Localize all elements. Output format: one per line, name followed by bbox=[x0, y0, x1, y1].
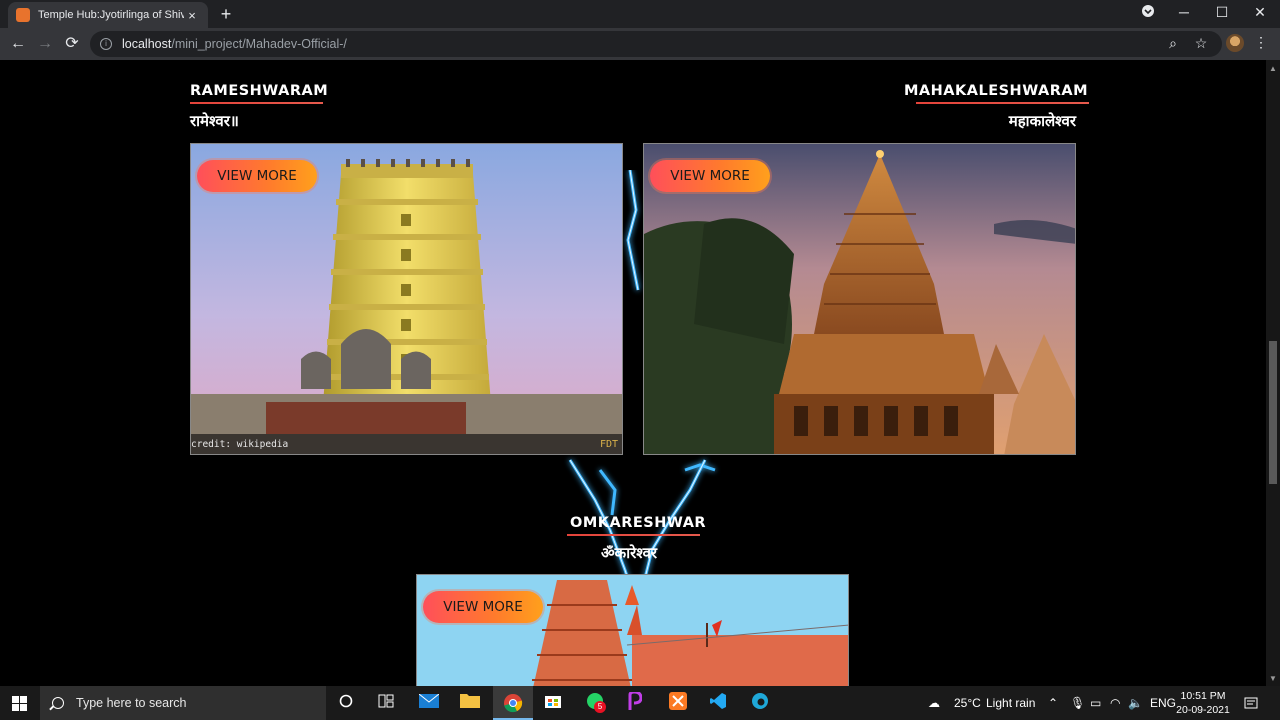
omkareshwar-heading: OMKARESHWAR ॐकारेश्वर bbox=[567, 512, 706, 563]
wifi-icon[interactable]: ◠ bbox=[1110, 686, 1120, 720]
taskbar-search-box[interactable]: Type here to search bbox=[40, 686, 326, 720]
omkareshwar-card[interactable]: VIEW MORE bbox=[416, 574, 849, 686]
active-tab[interactable]: Temple Hub:Jyotirlinga of Shiva × bbox=[8, 2, 208, 28]
mail-icon[interactable] bbox=[417, 692, 441, 714]
url-host: localhost bbox=[122, 37, 172, 51]
chrome-taskbar-button[interactable] bbox=[493, 686, 533, 720]
browser-menu-icon[interactable]: ⋮ bbox=[1254, 34, 1268, 51]
tab-strip: Temple Hub:Jyotirlinga of Shiva × + ─ ☐ … bbox=[0, 0, 1280, 28]
scroll-up-arrow-icon[interactable]: ▲ bbox=[1269, 64, 1277, 73]
clock-date: 20-09-2021 bbox=[1176, 704, 1230, 716]
xampp-favicon-icon bbox=[16, 8, 30, 22]
whatsapp-icon[interactable]: 5 bbox=[583, 692, 607, 714]
cortana-icon[interactable] bbox=[334, 692, 358, 714]
tab-close-icon[interactable]: × bbox=[184, 8, 200, 23]
scroll-down-arrow-icon[interactable]: ▼ bbox=[1269, 674, 1277, 683]
task-view-icon[interactable] bbox=[374, 692, 398, 714]
vscode-icon[interactable] bbox=[706, 692, 730, 714]
image-credit: credit: wikipedia bbox=[191, 439, 289, 450]
mahakaleshwaram-title: MAHAKALESHWARAM bbox=[904, 83, 1089, 99]
volume-icon[interactable]: 🔈 bbox=[1128, 686, 1143, 720]
microphone-icon[interactable]: 🎙 bbox=[1070, 686, 1085, 720]
view-more-button[interactable]: VIEW MORE bbox=[650, 160, 770, 192]
rameshwaram-heading: RAMESHWARAM रामेश्वर॥ bbox=[190, 80, 328, 131]
mahakaleshwaram-hindi-title: महाकालेश्वर bbox=[1008, 112, 1076, 130]
windows-taskbar: Type here to search 5 ☁ 25°C Light rain … bbox=[0, 686, 1280, 720]
image-watermark: FDT bbox=[599, 439, 618, 450]
site-info-icon[interactable]: i bbox=[100, 38, 112, 50]
view-more-button[interactable]: VIEW MORE bbox=[197, 160, 317, 192]
show-hidden-icons-chevron-icon[interactable]: ⌃ bbox=[1048, 686, 1058, 720]
browser-toolbar: ← → ⟳ i localhost/mini_project/Mahadev-O… bbox=[0, 28, 1280, 60]
rameshwaram-card[interactable]: VIEW MORE credit: wikipedia FDT bbox=[190, 143, 623, 455]
forward-button[interactable]: → bbox=[35, 34, 55, 54]
bookmark-star-icon[interactable]: ☆ bbox=[1192, 35, 1210, 52]
search-placeholder: Type here to search bbox=[76, 696, 187, 710]
tab-title: Temple Hub:Jyotirlinga of Shiva bbox=[38, 9, 184, 21]
page-scrollbar[interactable]: ▲ ▼ bbox=[1266, 60, 1280, 686]
minimize-button[interactable]: ─ bbox=[1172, 4, 1196, 20]
tab-search-icon[interactable] bbox=[1136, 4, 1160, 21]
mahakaleshwaram-heading: MAHAKALESHWARAM महाकालेश्वर bbox=[904, 80, 1089, 131]
edge-icon[interactable] bbox=[748, 692, 772, 714]
file-explorer-icon[interactable] bbox=[458, 692, 482, 714]
clock-time: 10:51 PM bbox=[1180, 690, 1226, 702]
omkareshwar-title: OMKARESHWAR bbox=[570, 515, 707, 531]
scrollbar-thumb[interactable] bbox=[1269, 341, 1277, 484]
maximize-button[interactable]: ☐ bbox=[1210, 4, 1234, 21]
xampp-icon[interactable] bbox=[666, 692, 690, 714]
picsart-icon[interactable] bbox=[623, 690, 647, 714]
address-bar[interactable]: i localhost/mini_project/Mahadev-Officia… bbox=[90, 31, 1222, 57]
battery-icon[interactable]: ▭ bbox=[1090, 686, 1101, 720]
heading-underline bbox=[190, 102, 323, 104]
rameshwaram-title: RAMESHWARAM bbox=[190, 83, 329, 99]
system-clock[interactable]: 10:51 PM 20-09-2021 bbox=[1172, 689, 1234, 717]
weather-condition[interactable]: Light rain bbox=[986, 686, 1035, 720]
view-more-button[interactable]: VIEW MORE bbox=[423, 591, 543, 623]
whatsapp-badge: 5 bbox=[594, 701, 606, 713]
start-button[interactable] bbox=[12, 696, 27, 711]
omkareshwar-hindi-title: ॐकारेश्वर bbox=[601, 544, 658, 562]
chrome-icon bbox=[504, 694, 523, 713]
close-window-button[interactable]: ✕ bbox=[1248, 4, 1272, 21]
profile-avatar[interactable] bbox=[1226, 34, 1244, 52]
heading-underline bbox=[567, 534, 700, 536]
weather-icon[interactable]: ☁ bbox=[928, 686, 940, 720]
page-viewport: RAMESHWARAM रामेश्वर॥ VIEW MORE credit: … bbox=[0, 60, 1266, 686]
new-tab-button[interactable]: + bbox=[216, 4, 236, 24]
search-icon bbox=[52, 697, 64, 709]
back-button[interactable]: ← bbox=[8, 34, 28, 54]
weather-temperature[interactable]: 25°C bbox=[954, 686, 981, 720]
notification-center-icon[interactable] bbox=[1244, 686, 1258, 720]
reload-button[interactable]: ⟳ bbox=[62, 34, 82, 54]
store-icon[interactable] bbox=[541, 692, 565, 714]
mahakaleshwaram-card[interactable]: VIEW MORE bbox=[643, 143, 1076, 455]
rameshwaram-hindi-title: रामेश्वर॥ bbox=[190, 112, 239, 130]
zoom-icon[interactable]: ⌕ bbox=[1164, 35, 1182, 52]
heading-underline bbox=[916, 102, 1089, 104]
url-path: /mini_project/Mahadev-Official-/ bbox=[171, 37, 347, 51]
